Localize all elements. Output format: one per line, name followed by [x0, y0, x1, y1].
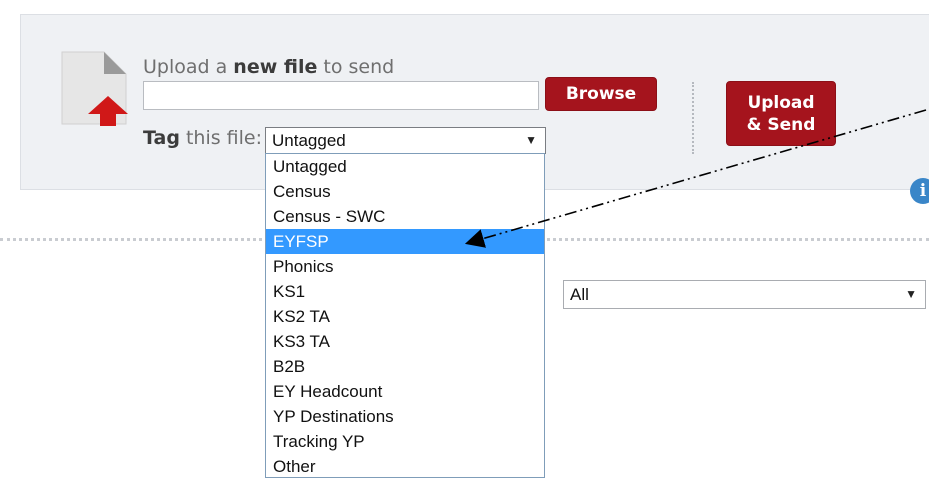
dropdown-option-highlighted[interactable]: EYFSP: [266, 229, 544, 254]
upload-label: Upload a new file to send: [143, 56, 395, 78]
dropdown-option[interactable]: Tracking YP: [266, 429, 544, 454]
upload-send-button[interactable]: Upload & Send: [726, 81, 836, 146]
dropdown-option[interactable]: Untagged: [266, 154, 544, 179]
divider: [692, 82, 694, 154]
upload-send-line2: & Send: [746, 115, 816, 135]
filter-select-value: All: [570, 285, 589, 304]
browse-button[interactable]: Browse: [545, 77, 657, 111]
tag-select[interactable]: Untagged ▼: [265, 127, 546, 154]
dropdown-option[interactable]: Other: [266, 454, 544, 477]
dropdown-option[interactable]: Phonics: [266, 254, 544, 279]
info-icon[interactable]: i: [910, 178, 929, 204]
tag-select-value: Untagged: [272, 131, 346, 150]
dropdown-option[interactable]: KS1: [266, 279, 544, 304]
file-path-input[interactable]: [143, 81, 539, 110]
dropdown-option[interactable]: YP Destinations: [266, 404, 544, 429]
dropdown-option[interactable]: Census - SWC: [266, 204, 544, 229]
dropdown-option[interactable]: B2B: [266, 354, 544, 379]
upload-send-line1: Upload: [747, 93, 815, 113]
dropdown-option[interactable]: KS2 TA: [266, 304, 544, 329]
dropdown-option[interactable]: Census: [266, 179, 544, 204]
file-upload-icon: [61, 51, 128, 126]
tag-dropdown-list: Untagged Census Census - SWC EYFSP Phoni…: [265, 153, 545, 478]
filter-select[interactable]: All ▼: [563, 280, 926, 309]
chevron-down-icon: ▼: [525, 133, 537, 147]
dropdown-option[interactable]: EY Headcount: [266, 379, 544, 404]
chevron-down-icon: ▼: [905, 287, 917, 301]
dropdown-option[interactable]: KS3 TA: [266, 329, 544, 354]
tag-label: Tag this file:: [143, 127, 263, 149]
